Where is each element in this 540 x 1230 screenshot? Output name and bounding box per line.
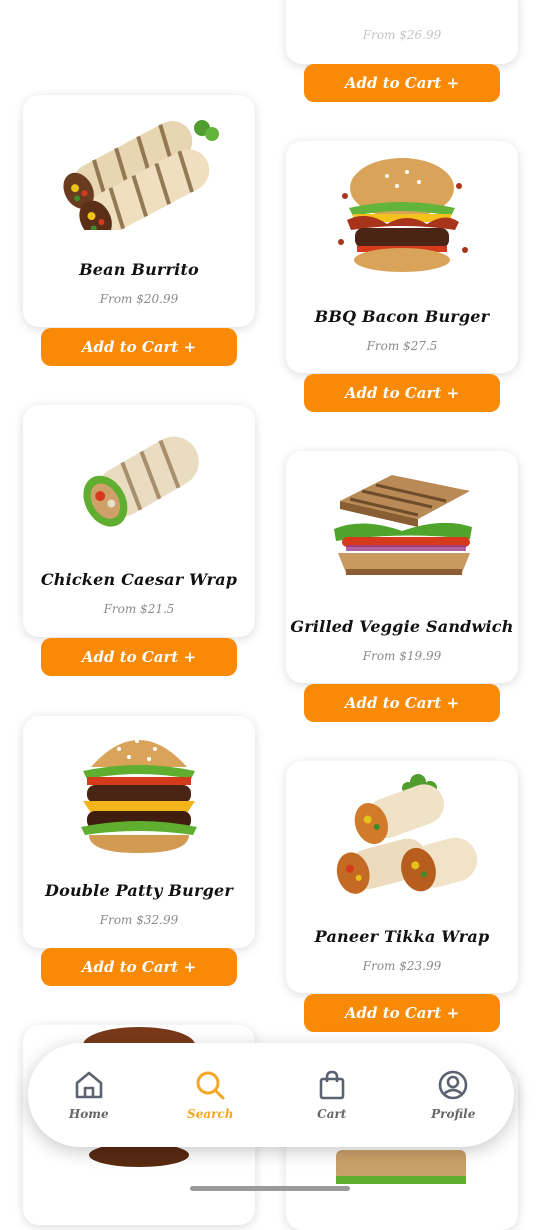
add-to-cart-button[interactable]: Add to Cart + — [304, 994, 500, 1032]
add-to-cart-button[interactable]: Add to Cart + — [41, 948, 237, 986]
chicken-caesar-wrap-image — [23, 405, 255, 555]
product-price: From $27.5 — [366, 339, 438, 353]
profile-icon — [437, 1069, 469, 1105]
bottom-nav: Home Search Cart Profile — [28, 1043, 514, 1147]
paneer-tikka-wrap-image — [286, 761, 518, 911]
bbq-bacon-burger-image — [286, 141, 518, 291]
product-card-bbq-bacon-burger[interactable]: BBQ Bacon Burger From $27.5 — [286, 141, 518, 373]
add-to-cart-button[interactable]: Add to Cart + — [41, 638, 237, 676]
nav-cart-label: Cart — [317, 1107, 347, 1121]
bag-icon — [316, 1069, 348, 1105]
product-card-chicken-caesar-wrap[interactable]: Chicken Caesar Wrap From $21.5 — [23, 405, 255, 637]
product-price: From $21.5 — [103, 602, 175, 616]
product-card-paneer-tikka-wrap[interactable]: Paneer Tikka Wrap From $23.99 — [286, 761, 518, 993]
product-name: Bean Burrito — [79, 260, 199, 279]
add-to-cart-button[interactable]: Add to Cart + — [304, 64, 500, 102]
product-name: Paneer Tikka Wrap — [314, 927, 490, 946]
add-to-cart-button[interactable]: Add to Cart + — [304, 374, 500, 412]
nav-home-label: Home — [68, 1107, 109, 1121]
nav-search[interactable]: Search — [165, 1069, 255, 1121]
add-to-cart-button[interactable]: Add to Cart + — [304, 684, 500, 722]
product-price: From $26.99 — [362, 28, 442, 42]
home-icon — [73, 1069, 105, 1105]
product-name: Double Patty Burger — [45, 881, 233, 900]
product-price: From $19.99 — [362, 649, 442, 663]
product-name: Chicken Caesar Wrap — [40, 570, 238, 589]
product-name: Grilled Veggie Sandwich — [290, 617, 514, 636]
product-card-bean-burrito[interactable]: Bean Burrito From $20.99 — [23, 95, 255, 327]
double-patty-burger-image — [23, 716, 255, 866]
add-to-cart-button[interactable]: Add to Cart + — [41, 328, 237, 366]
grilled-veggie-sandwich-image — [286, 451, 518, 601]
product-name: BBQ Bacon Burger — [314, 307, 490, 326]
product-card-partial[interactable]: From $26.99 — [286, 0, 518, 64]
nav-profile[interactable]: Profile — [408, 1069, 498, 1121]
nav-profile-label: Profile — [431, 1107, 476, 1121]
product-price: From $20.99 — [99, 292, 179, 306]
product-price: From $32.99 — [99, 913, 179, 927]
nav-cart[interactable]: Cart — [287, 1069, 377, 1121]
nav-search-label: Search — [187, 1107, 234, 1121]
bean-burrito-image — [23, 95, 255, 245]
product-price: From $23.99 — [362, 959, 442, 973]
product-card-double-patty-burger[interactable]: Double Patty Burger From $32.99 — [23, 716, 255, 948]
search-icon — [194, 1069, 226, 1105]
home-indicator[interactable] — [190, 1186, 350, 1191]
sandwich-image — [326, 1140, 476, 1200]
product-card-grilled-veggie-sandwich[interactable]: Grilled Veggie Sandwich From $19.99 — [286, 451, 518, 683]
nav-home[interactable]: Home — [44, 1069, 134, 1121]
